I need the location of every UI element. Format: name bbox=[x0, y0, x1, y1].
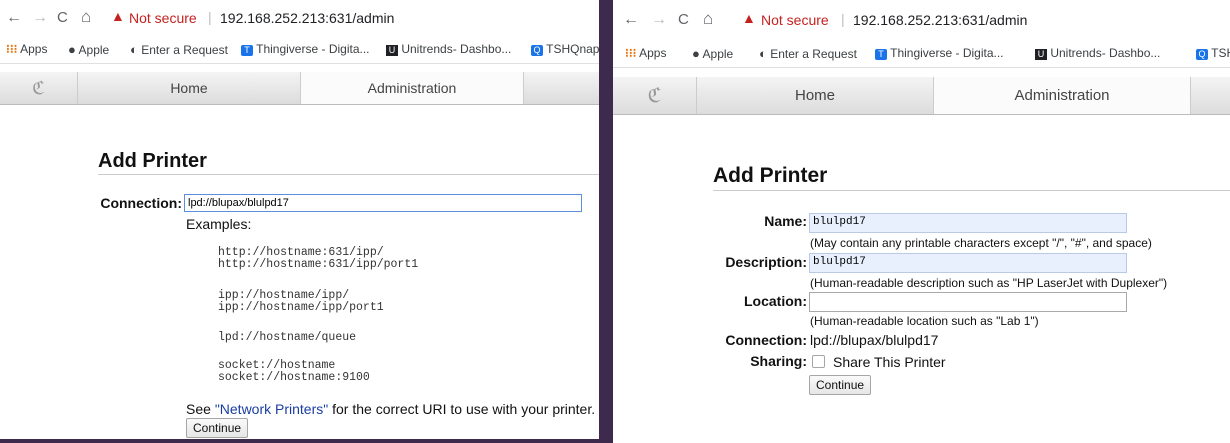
url-text[interactable]: 192.168.252.213:631/admin bbox=[220, 10, 394, 26]
forward-button[interactable]: → bbox=[32, 9, 48, 27]
bookmark-thingiverse[interactable]: T Thingiverse - Digita... bbox=[875, 46, 1004, 60]
description-input[interactable]: blulpd17 bbox=[809, 253, 1127, 273]
network-printers-note: See "Network Printers" for the correct U… bbox=[186, 401, 596, 417]
forward-button[interactable]: → bbox=[651, 11, 667, 29]
address-bar: ← → C ⌂ ▲ Not secure | 192.168.252.213:6… bbox=[613, 0, 1230, 40]
warning-triangle-icon[interactable]: ▲ bbox=[111, 8, 125, 24]
bookmark-apps[interactable]: ⁝⁝⁝ Apps bbox=[6, 42, 47, 56]
cups-navbar: ℭ Home Administration bbox=[0, 72, 599, 105]
not-secure-label[interactable]: Not secure bbox=[129, 10, 197, 26]
network-printers-link[interactable]: "Network Printers" bbox=[215, 401, 328, 417]
unitrends-icon: U bbox=[386, 45, 398, 56]
example-ipp: ipp://hostname/ipp/ ipp://hostname/ipp/p… bbox=[218, 289, 384, 314]
share-printer-label[interactable]: Share This Printer bbox=[833, 354, 946, 370]
example-lpd: lpd://hostname/queue bbox=[218, 331, 357, 344]
tab-administration[interactable]: Administration bbox=[301, 72, 523, 104]
description-label: Description: bbox=[725, 254, 807, 270]
name-hint: (May contain any printable characters ex… bbox=[810, 236, 1152, 250]
bookmark-enter-request[interactable]: ◐ Enter a Request bbox=[759, 46, 857, 61]
address-separator: | bbox=[208, 9, 212, 25]
thingiverse-icon: T bbox=[875, 49, 887, 60]
tab-home[interactable]: Home bbox=[78, 72, 300, 104]
location-hint: (Human-readable location such as "Lab 1"… bbox=[810, 314, 1039, 328]
share-printer-checkbox[interactable] bbox=[812, 355, 825, 368]
bookmark-apple[interactable]: ● Apple bbox=[68, 42, 109, 57]
globe-icon: ◐ bbox=[759, 46, 767, 61]
title-rule bbox=[713, 190, 1230, 191]
tab-divider bbox=[523, 72, 524, 104]
reload-button[interactable]: C bbox=[57, 9, 68, 26]
unitrends-icon: U bbox=[1035, 49, 1047, 60]
apps-grid-icon: ⁝⁝⁝ bbox=[6, 42, 18, 56]
tab-administration[interactable]: Administration bbox=[934, 77, 1190, 114]
back-button[interactable]: ← bbox=[623, 11, 639, 29]
example-socket: socket://hostname socket://hostname:9100 bbox=[218, 359, 370, 384]
name-input[interactable]: blulpd17 bbox=[809, 213, 1127, 233]
globe-icon: ◐ bbox=[130, 42, 138, 57]
continue-button[interactable]: Continue bbox=[186, 418, 249, 438]
tab-divider bbox=[1190, 77, 1191, 114]
apps-grid-icon: ⁝⁝⁝ bbox=[625, 46, 637, 60]
bookmark-tshqnap[interactable]: Q TSH bbox=[1196, 46, 1230, 60]
back-button[interactable]: ← bbox=[6, 9, 22, 27]
cups-logo-icon[interactable]: ℭ bbox=[613, 77, 697, 114]
left-screenshot: ← → C ⌂ ▲ Not secure | 192.168.252.213:6… bbox=[0, 0, 599, 443]
cups-logo-icon[interactable]: ℭ bbox=[0, 72, 78, 104]
tab-home[interactable]: Home bbox=[697, 77, 933, 114]
bookmark-apps[interactable]: ⁝⁝⁝ Apps bbox=[625, 46, 666, 60]
qnap-icon: Q bbox=[1196, 49, 1208, 60]
bookmarks-bar: ⁝⁝⁝ Apps ● Apple ◐ Enter a Request T Thi… bbox=[613, 40, 1230, 68]
apple-icon: ● bbox=[68, 42, 76, 57]
home-button[interactable]: ⌂ bbox=[81, 7, 91, 27]
right-screenshot: ← → C ⌂ ▲ Not secure | 192.168.252.213:6… bbox=[613, 0, 1230, 443]
cups-navbar: ℭ Home Administration bbox=[613, 77, 1230, 115]
bookmark-tshqnap[interactable]: Q TSHQnap bbox=[531, 42, 599, 56]
connection-input[interactable]: lpd://blupax/blulpd17 bbox=[184, 194, 582, 212]
apple-icon: ● bbox=[692, 46, 700, 61]
qnap-icon: Q bbox=[531, 45, 543, 56]
not-secure-label[interactable]: Not secure bbox=[761, 12, 829, 28]
warning-triangle-icon[interactable]: ▲ bbox=[742, 10, 756, 26]
bookmark-enter-request[interactable]: ◐ Enter a Request bbox=[130, 42, 228, 57]
title-rule bbox=[98, 174, 599, 175]
continue-button[interactable]: Continue bbox=[809, 375, 872, 395]
connection-value: lpd://blupax/blulpd17 bbox=[810, 332, 939, 348]
address-bar: ← → C ⌂ ▲ Not secure | 192.168.252.213:6… bbox=[0, 0, 599, 36]
home-button[interactable]: ⌂ bbox=[703, 9, 713, 29]
sharing-label: Sharing: bbox=[750, 353, 807, 369]
bookmark-unitrends[interactable]: U Unitrends- Dashbo... bbox=[386, 42, 511, 56]
location-label: Location: bbox=[744, 293, 807, 309]
url-text[interactable]: 192.168.252.213:631/admin bbox=[853, 12, 1027, 28]
bookmark-unitrends[interactable]: U Unitrends- Dashbo... bbox=[1035, 46, 1160, 60]
example-http: http://hostname:631/ipp/ http://hostname… bbox=[218, 246, 419, 271]
examples-label: Examples: bbox=[186, 216, 252, 232]
thingiverse-icon: T bbox=[241, 45, 253, 56]
bookmarks-bar: ⁝⁝⁝ Apps ● Apple ◐ Enter a Request T Thi… bbox=[0, 36, 599, 64]
page-title: Add Printer bbox=[98, 150, 207, 172]
reload-button[interactable]: C bbox=[678, 11, 689, 28]
connection-label: Connection: bbox=[725, 332, 807, 348]
description-hint: (Human-readable description such as "HP … bbox=[810, 276, 1168, 290]
name-label: Name: bbox=[764, 213, 807, 229]
page-title: Add Printer bbox=[713, 164, 828, 187]
location-input[interactable] bbox=[809, 292, 1127, 312]
connection-label: Connection: bbox=[100, 195, 182, 211]
bookmark-thingiverse[interactable]: T Thingiverse - Digita... bbox=[241, 42, 370, 56]
address-separator: | bbox=[841, 11, 845, 27]
bookmark-apple[interactable]: ● Apple bbox=[692, 46, 733, 61]
